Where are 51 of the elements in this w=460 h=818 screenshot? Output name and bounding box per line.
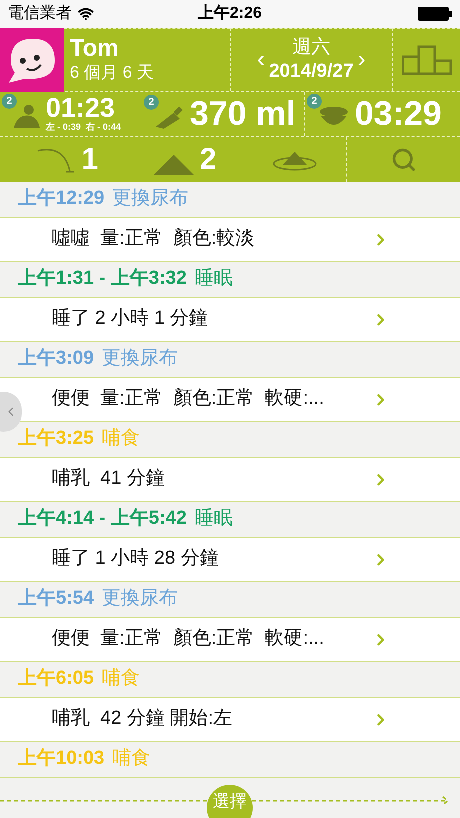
triangle-icon [154, 152, 194, 174]
entry-row[interactable]: 哺乳 42 分鐘 開始:左 [0, 698, 460, 742]
battery-icon [418, 7, 452, 21]
entry-row[interactable]: 睡了 1 小時 28 分鐘 [0, 538, 460, 582]
status-time: 上午2:26 [198, 4, 262, 24]
entry-type: 睡眠 [194, 507, 233, 532]
entry-type: 哺食 [102, 667, 140, 692]
entry-type: 哺食 [112, 747, 151, 772]
baby-name: Tom [70, 36, 120, 62]
stat-value: 370 ml [190, 97, 296, 131]
count-badge: 2 [2, 94, 17, 109]
entry-time: 上午4:14 - 上午5:42 [18, 507, 187, 532]
entry-detail: 噓噓 量:正常 顏色:較淡 [52, 227, 255, 252]
bar-chart-icon[interactable] [402, 45, 452, 75]
weekday-label: 週六 [292, 36, 330, 60]
entry-time: 上午3:25 [18, 427, 94, 452]
stat-detail: 左 - 0:39 右 - 0:44 [46, 122, 122, 133]
entry-type: 更換尿布 [102, 587, 178, 612]
entry-type: 更換尿布 [112, 187, 189, 212]
entry-detail: 睡了 2 小時 1 分鐘 [52, 307, 208, 332]
wifi-icon [78, 6, 94, 22]
entry-row[interactable]: 便便 量:正常 顏色:正常 軟硬:... [0, 378, 460, 422]
count-value: 1 [82, 144, 98, 174]
search-icon[interactable] [390, 146, 416, 172]
entry-detail: 便便 量:正常 顏色:正常 軟硬:... [52, 627, 324, 652]
entry-time: 上午6:05 [18, 667, 94, 692]
stat-value: 01:23 [46, 95, 116, 122]
person-icon [12, 104, 42, 130]
entry-type: 睡眠 [194, 267, 233, 292]
count-value: 2 [200, 144, 217, 174]
entry-row[interactable]: 睡了 2 小時 1 分鐘 [0, 298, 460, 342]
entry-type: 更換尿布 [102, 347, 178, 372]
entry-time: 上午12:29 [18, 187, 105, 212]
entry-type: 哺食 [102, 427, 140, 452]
entry-row[interactable]: 噓噓 量:正常 顏色:較淡 [0, 218, 460, 262]
entry-detail: 哺乳 42 分鐘 開始:左 [52, 707, 233, 732]
entry-detail: 哺乳 41 分鐘 [52, 467, 165, 492]
entry-time: 上午10:03 [18, 747, 105, 772]
entry-time: 上午3:09 [18, 347, 94, 372]
entry-detail: 便便 量:正常 顏色:正常 軟硬:... [52, 387, 324, 412]
entry-time: 上午1:31 - 上午3:32 [18, 267, 187, 292]
count-badge: 2 [307, 94, 322, 109]
entry-detail: 睡了 1 小時 28 分鐘 [52, 547, 219, 572]
count-badge: 2 [144, 95, 159, 110]
entry-time: 上午5:54 [18, 587, 94, 612]
baby-age: 6 個月 6 天 [70, 62, 156, 84]
date-label: 2014/9/27 [269, 60, 354, 84]
carrier-name: 電信業者 [8, 4, 72, 24]
entry-row[interactable]: 哺乳 41 分鐘 [0, 458, 460, 502]
entry-row[interactable]: 便便 量:正常 顏色:正常 軟硬:... [0, 618, 460, 662]
stat-value: 03:29 [355, 97, 442, 131]
